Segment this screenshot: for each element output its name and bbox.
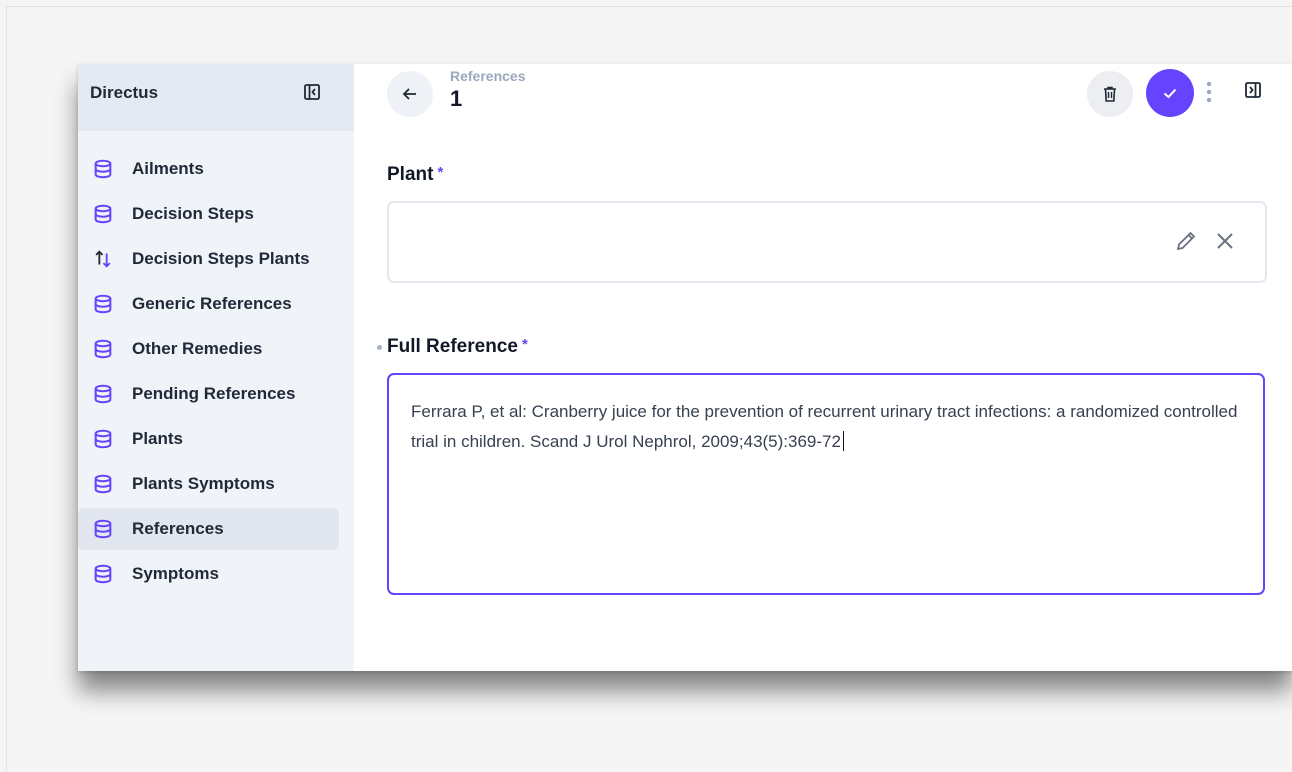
import-export-icon <box>95 250 111 268</box>
database-icon <box>94 564 112 584</box>
plant-relation-input[interactable] <box>387 201 1267 283</box>
sidebar-item-plants-symptoms[interactable]: Plants Symptoms <box>78 463 339 505</box>
sidebar-item-label: Symptoms <box>132 564 219 583</box>
textarea-value: Ferrara P, et al: Cranberry juice for th… <box>411 402 1243 451</box>
sidebar-item-label: Pending References <box>132 384 296 403</box>
sidebar-item-label: Decision Steps Plants <box>132 249 310 268</box>
text-cursor <box>842 431 844 451</box>
full-reference-field-label: Full Reference * <box>387 336 528 358</box>
collapse-sidebar-icon[interactable] <box>303 83 321 101</box>
delete-button[interactable] <box>1087 71 1133 117</box>
database-icon <box>94 294 112 314</box>
sidebar-item-label: Ailments <box>132 159 204 178</box>
sidebar-item-other-remedies[interactable]: Other Remedies <box>78 328 339 370</box>
database-icon <box>94 339 112 359</box>
more-options-button[interactable] <box>1199 78 1219 106</box>
database-icon <box>94 429 112 449</box>
sidebar-item-label: Other Remedies <box>132 339 263 358</box>
field-label-text: Full Reference <box>387 336 518 357</box>
sidebar-item-label: Decision Steps <box>132 204 254 223</box>
arrow-left-icon <box>402 88 416 100</box>
trash-icon <box>1104 86 1116 102</box>
project-name: Directus <box>90 83 159 102</box>
sidebar-item-plants[interactable]: Plants <box>78 418 339 460</box>
toggle-info-sidebar-icon[interactable] <box>1244 81 1262 99</box>
sidebar-header: Directus <box>78 64 354 131</box>
full-reference-textarea[interactable]: Ferrara P, et al: Cranberry juice for th… <box>387 373 1265 595</box>
sidebar-item-decision-steps[interactable]: Decision Steps <box>78 193 339 235</box>
breadcrumb[interactable]: References <box>450 68 526 84</box>
pencil-icon[interactable] <box>1174 229 1198 253</box>
collection-list: Ailments Decision Steps Decision Steps P… <box>78 148 354 598</box>
sidebar-item-symptoms[interactable]: Symptoms <box>78 553 339 595</box>
field-label-text: Plant <box>387 164 434 185</box>
database-icon <box>94 159 112 179</box>
edited-indicator <box>377 345 382 350</box>
close-icon[interactable] <box>1213 229 1237 253</box>
sidebar-item-generic-references[interactable]: Generic References <box>78 283 339 325</box>
back-button[interactable] <box>387 71 433 117</box>
sidebar-item-label: Generic References <box>132 294 292 313</box>
sidebar-item-ailments[interactable]: Ailments <box>78 148 339 190</box>
database-icon <box>94 519 112 539</box>
more-vertical-icon <box>1206 81 1212 103</box>
plant-field-label: Plant * <box>387 164 443 186</box>
required-indicator: * <box>437 164 444 181</box>
navigation-sidebar: Directus Ailments Decision Steps Decisio… <box>78 64 354 671</box>
sidebar-item-label: Plants Symptoms <box>132 474 275 493</box>
sidebar-item-label: References <box>132 519 224 538</box>
sidebar-item-label: Plants <box>132 429 184 448</box>
check-icon <box>1163 88 1177 99</box>
page-title: 1 <box>450 86 463 111</box>
database-icon <box>94 384 112 404</box>
app-window: Directus Ailments Decision Steps Decisio… <box>78 64 1292 671</box>
sidebar-item-references[interactable]: References <box>78 508 339 550</box>
sidebar-item-pending-references[interactable]: Pending References <box>78 373 339 415</box>
required-indicator: * <box>521 336 528 353</box>
database-icon <box>94 204 112 224</box>
sidebar-item-decision-steps-plants[interactable]: Decision Steps Plants <box>78 238 339 280</box>
save-button[interactable] <box>1146 69 1194 117</box>
database-icon <box>94 474 112 494</box>
